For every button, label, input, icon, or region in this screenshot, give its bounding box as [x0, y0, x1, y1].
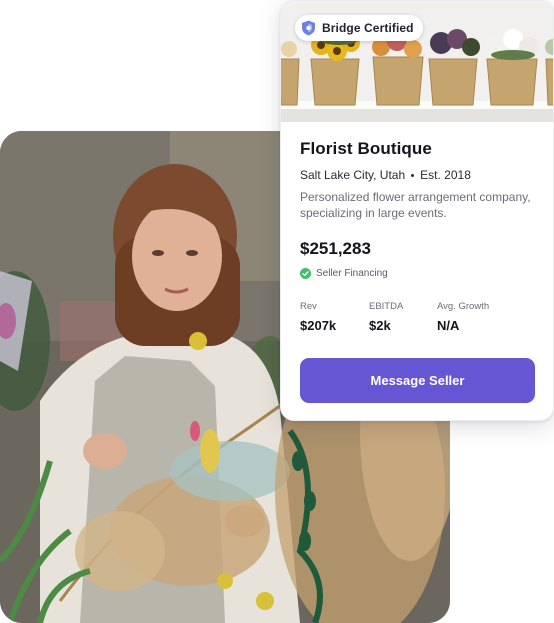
meta-separator-dot: [411, 173, 415, 177]
stat-ebitda: EBITDA $2k: [369, 301, 403, 333]
stat-value: N/A: [437, 318, 460, 333]
listing-meta: Salt Lake City, Utah Est. 2018: [300, 168, 534, 182]
listing-details: Florist Boutique Salt Lake City, Utah Es…: [300, 139, 534, 279]
listing-hero-image: Bridge Certified: [281, 1, 553, 122]
listing-card[interactable]: Bridge Certified Florist Boutique Salt L…: [280, 0, 554, 421]
bridge-certified-badge: Bridge Certified: [295, 15, 423, 41]
message-seller-button[interactable]: Message Seller: [300, 358, 535, 403]
listing-location: Salt Lake City, Utah: [300, 168, 406, 182]
listing-established: Est. 2018: [420, 168, 471, 182]
stat-value: $207k: [300, 318, 337, 333]
financing-tag: Seller Financing: [300, 268, 534, 279]
financing-label: Seller Financing: [316, 268, 388, 279]
stat-revenue: Rev $207k: [300, 301, 336, 333]
listing-description: Personalized flower arrangement company,…: [300, 190, 531, 220]
listing-stats: Rev $207k EBITDA $2k Avg. Growth N/A: [300, 301, 536, 335]
stat-value: $2k: [369, 318, 391, 333]
badge-label: Bridge Certified: [322, 21, 414, 35]
stat-avg-growth: Avg. Growth N/A: [437, 301, 489, 333]
check-circle-icon: [300, 268, 311, 279]
listing-price: $251,283: [300, 239, 371, 258]
listing-title: Florist Boutique: [300, 139, 432, 158]
stat-label: Avg. Growth: [437, 301, 490, 312]
stat-label: EBITDA: [369, 301, 404, 312]
shield-icon: [302, 20, 315, 36]
stat-label: Rev: [300, 301, 317, 312]
